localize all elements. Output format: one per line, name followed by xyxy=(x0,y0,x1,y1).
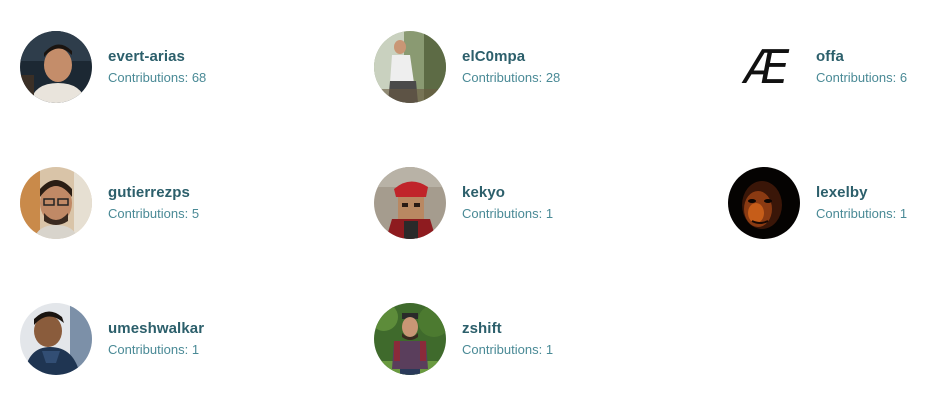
dark-face-icon xyxy=(728,167,800,239)
contributor-card-umeshwalkar[interactable]: umeshwalkar Contributions: 1 xyxy=(20,302,320,376)
contributor-card-elC0mpa[interactable]: elC0mpa Contributions: 28 xyxy=(374,30,674,104)
contributor-card-evert-arias[interactable]: evert-arias Contributions: 68 xyxy=(20,30,320,104)
contributor-username[interactable]: evert-arias xyxy=(108,47,206,67)
avatar[interactable] xyxy=(374,167,446,239)
avatar[interactable] xyxy=(20,167,92,239)
person-photo-icon xyxy=(20,167,92,239)
contributor-username[interactable]: elC0mpa xyxy=(462,47,560,67)
contributions-count: Contributions: 1 xyxy=(816,206,908,221)
contributor-username[interactable]: kekyo xyxy=(462,183,553,203)
contributor-card-gutierrezps[interactable]: gutierrezps Contributions: 5 xyxy=(20,166,320,240)
contributions-count: Contributions: 6 xyxy=(816,70,908,85)
contributor-username[interactable]: offa xyxy=(816,47,907,67)
contributor-card-zshift[interactable]: zshift Contributions: 1 xyxy=(374,302,674,376)
avatar[interactable] xyxy=(20,303,92,375)
contributor-username[interactable]: umeshwalkar xyxy=(108,319,204,339)
ae-logo-icon: Æ xyxy=(743,40,789,94)
contributor-card-kekyo[interactable]: kekyo Contributions: 1 xyxy=(374,166,674,240)
child-photo-icon xyxy=(20,303,92,375)
person-photo-icon xyxy=(374,303,446,375)
contributions-count: Contributions: 1 xyxy=(462,342,554,357)
contributor-username[interactable]: zshift xyxy=(462,319,553,339)
avatar[interactable] xyxy=(374,303,446,375)
contributions-count: Contributions: 1 xyxy=(462,206,554,221)
contributions-count: Contributions: 1 xyxy=(108,342,200,357)
contributor-card-lexelby[interactable]: lexelby Contributions: 1 xyxy=(728,166,947,240)
avatar[interactable]: Æ xyxy=(728,31,800,103)
red-hat-character-icon xyxy=(374,167,446,239)
contributor-username[interactable]: gutierrezps xyxy=(108,183,199,203)
avatar[interactable] xyxy=(20,31,92,103)
person-photo-icon xyxy=(374,31,446,103)
person-photo-icon xyxy=(20,31,92,103)
contributor-username[interactable]: lexelby xyxy=(816,183,907,203)
contributions-count: Contributions: 5 xyxy=(108,206,200,221)
contributions-count: Contributions: 28 xyxy=(462,70,561,85)
contributions-count: Contributions: 68 xyxy=(108,70,207,85)
contributor-card-offa[interactable]: Æ offa Contributions: 6 xyxy=(728,30,947,104)
avatar[interactable] xyxy=(374,31,446,103)
avatar[interactable] xyxy=(728,167,800,239)
